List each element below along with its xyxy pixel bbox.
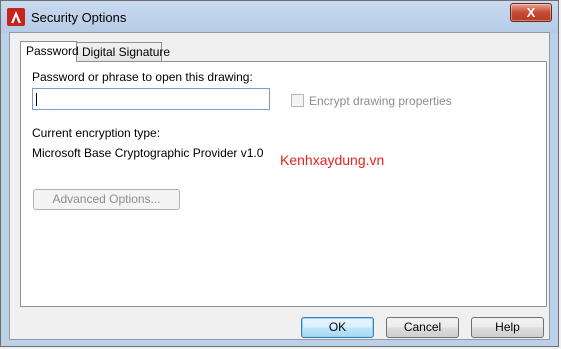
encryption-type-value: Microsoft Base Cryptographic Provider v1… xyxy=(32,146,264,160)
title-bar[interactable]: Security Options X xyxy=(1,1,558,33)
tab-password[interactable]: Password xyxy=(20,41,79,62)
encrypt-properties-label: Encrypt drawing properties xyxy=(309,94,452,108)
help-button[interactable]: Help xyxy=(471,317,544,338)
dialog-body: Password Digital Signature Password or p… xyxy=(9,32,550,340)
window-title: Security Options xyxy=(31,10,127,25)
text-caret xyxy=(36,93,37,106)
cancel-button[interactable]: Cancel xyxy=(386,317,459,338)
password-prompt-label: Password or phrase to open this drawing: xyxy=(32,70,253,84)
close-icon: X xyxy=(526,5,536,20)
advanced-options-button[interactable]: Advanced Options... xyxy=(33,189,180,210)
close-button[interactable]: X xyxy=(510,3,552,22)
tab-digital-signature[interactable]: Digital Signature xyxy=(76,42,170,62)
password-input[interactable] xyxy=(32,88,270,110)
security-options-dialog: Security Options X Password Digital Sign… xyxy=(0,0,559,347)
ok-button[interactable]: OK xyxy=(301,317,374,338)
encryption-type-label: Current encryption type: xyxy=(32,126,161,140)
watermark-text: Kenhxaydung.vn xyxy=(280,152,385,168)
password-tab-panel: Password or phrase to open this drawing:… xyxy=(20,61,547,307)
encrypt-properties-checkbox[interactable] xyxy=(291,94,304,107)
autocad-a-icon xyxy=(7,8,25,26)
